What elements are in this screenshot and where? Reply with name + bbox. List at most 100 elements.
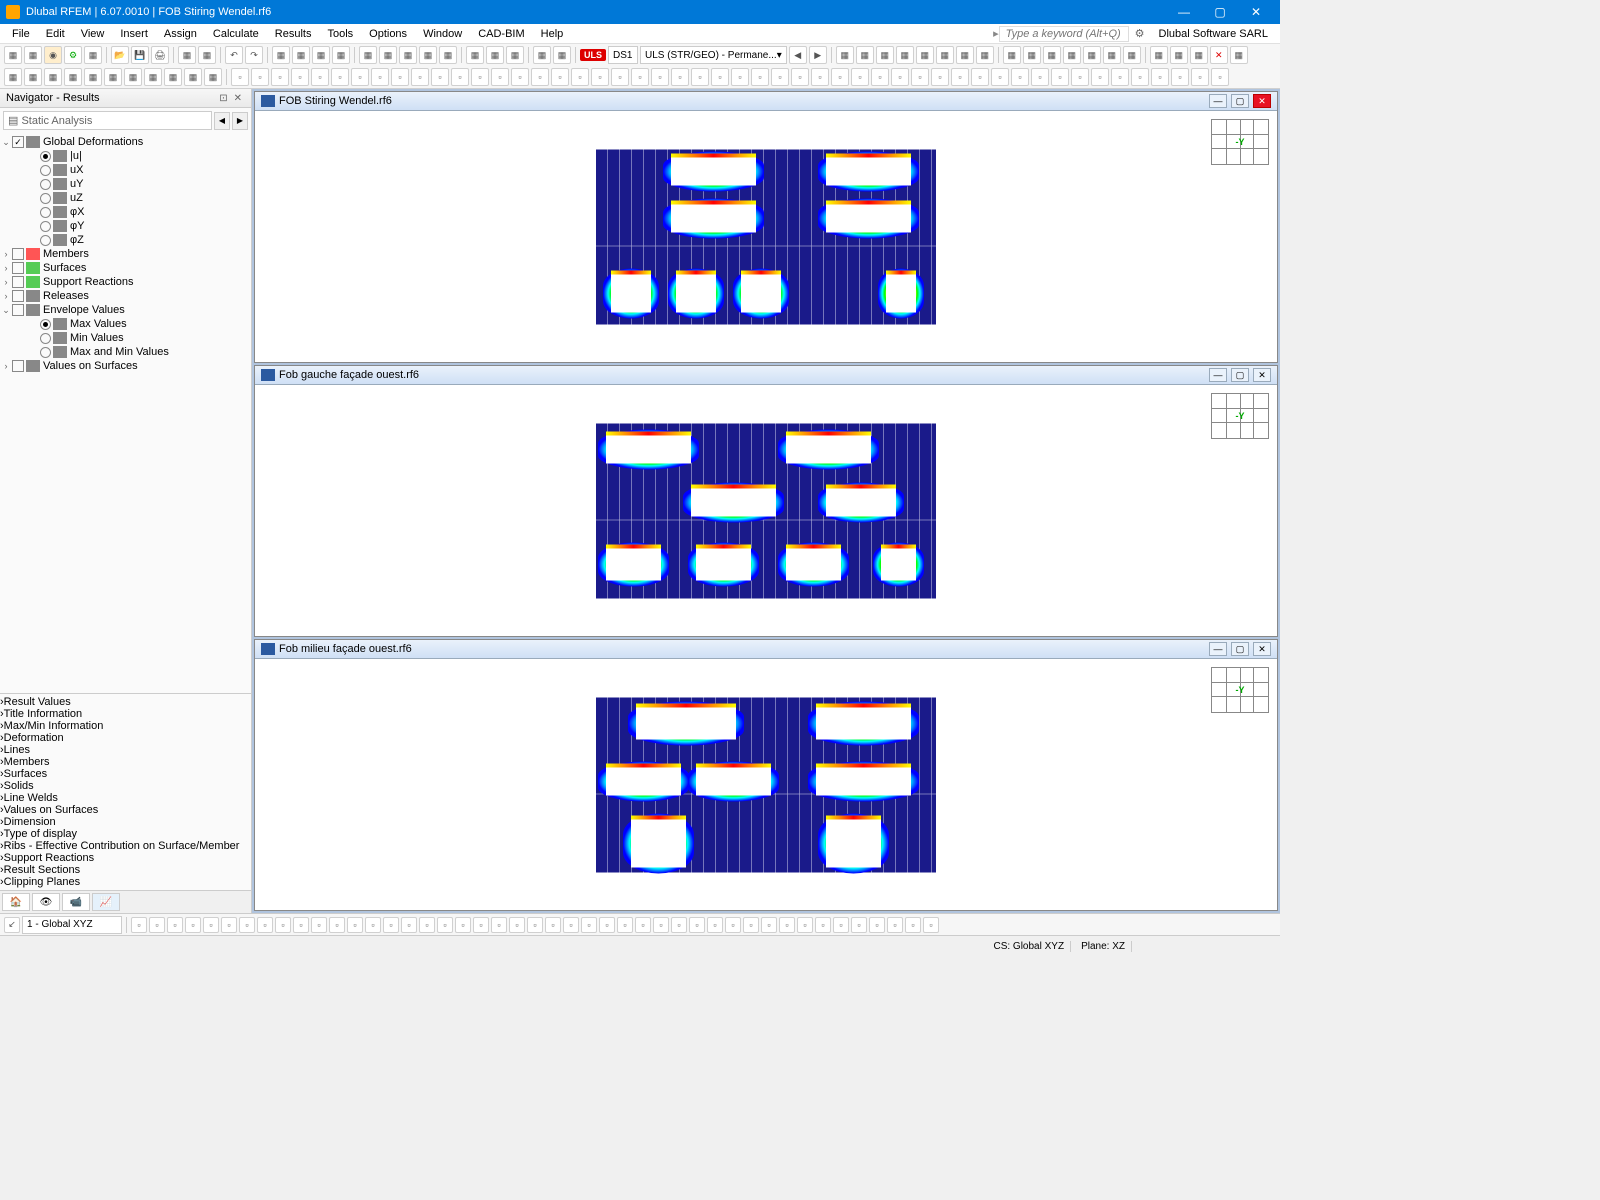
tree-node[interactable]: Max Values — [0, 317, 251, 331]
tool-button[interactable]: ▫ — [951, 68, 969, 86]
radio[interactable] — [40, 165, 51, 176]
tool-button[interactable]: ▫ — [891, 68, 909, 86]
tool-button[interactable]: ▫ — [351, 68, 369, 86]
tree-node[interactable]: ›Members — [0, 756, 251, 768]
tool-button[interactable]: ▫ — [711, 68, 729, 86]
expand-icon[interactable]: › — [0, 263, 12, 273]
tool-button[interactable]: ▫ — [1151, 68, 1169, 86]
menu-help[interactable]: Help — [533, 26, 572, 42]
tool-button[interactable]: ▦ — [332, 46, 350, 64]
tool-button[interactable]: ▫ — [391, 68, 409, 86]
tool-button[interactable]: ▦ — [178, 46, 196, 64]
tool-button[interactable]: ▦ — [272, 46, 290, 64]
tool-button[interactable]: ▫ — [291, 68, 309, 86]
tool-button[interactable]: ▦ — [144, 68, 162, 86]
tree-node[interactable]: uY — [0, 177, 251, 191]
tool-button[interactable]: ▫ — [491, 917, 507, 933]
tool-button[interactable]: ▦ — [184, 68, 202, 86]
tree-node[interactable]: ›Values on Surfaces — [0, 359, 251, 373]
tool-button[interactable]: ▦ — [836, 46, 854, 64]
tree-node[interactable]: ›Clipping Planes — [0, 876, 251, 888]
tool-button[interactable]: ▦ — [164, 68, 182, 86]
tree-node[interactable]: ›Releases — [0, 289, 251, 303]
close-panel-icon[interactable]: ✕ — [231, 93, 245, 104]
view-max-button[interactable]: ▢ — [1231, 94, 1249, 108]
tool-button[interactable]: ▫ — [1211, 68, 1229, 86]
checkbox[interactable] — [12, 360, 24, 372]
radio[interactable] — [40, 151, 51, 162]
expand-icon[interactable]: › — [0, 291, 12, 301]
tool-button[interactable]: ▫ — [311, 68, 329, 86]
tool-button[interactable]: ▫ — [923, 917, 939, 933]
tool-button[interactable]: ▫ — [527, 917, 543, 933]
checkbox[interactable] — [12, 304, 24, 316]
tool-button[interactable]: ▫ — [771, 68, 789, 86]
tree-node[interactable]: ›Support Reactions — [0, 852, 251, 864]
tool-button[interactable]: ▫ — [411, 68, 429, 86]
tool-button[interactable]: ▫ — [971, 68, 989, 86]
tool-button[interactable]: ▫ — [851, 68, 869, 86]
display-options-tree[interactable]: ›Result Values›Title Information›Max/Min… — [0, 693, 251, 890]
tool-button[interactable]: ▦ — [359, 46, 377, 64]
tree-node[interactable]: uX — [0, 163, 251, 177]
tool-button[interactable]: ▫ — [1091, 68, 1109, 86]
menu-edit[interactable]: Edit — [38, 26, 73, 42]
expand-icon[interactable]: ⌄ — [0, 137, 12, 148]
tool-button[interactable]: ▦ — [24, 68, 42, 86]
tool-button[interactable]: ▦ — [956, 46, 974, 64]
expand-icon[interactable]: ⌄ — [0, 305, 12, 316]
nav-tab-2[interactable]: 👁 — [32, 893, 60, 911]
tool-button[interactable]: ▫ — [1011, 68, 1029, 86]
tool-button[interactable]: ▫ — [631, 68, 649, 86]
axis-widget[interactable]: -Y — [1211, 119, 1269, 165]
view-titlebar[interactable]: Fob gauche façade ouest.rf6 — ▢ ✕ — [255, 366, 1277, 385]
axis-widget[interactable]: -Y — [1211, 667, 1269, 713]
tool-button[interactable]: ▫ — [851, 917, 867, 933]
tool-button[interactable]: ▦ — [1023, 46, 1041, 64]
tool-button[interactable]: ▫ — [563, 917, 579, 933]
tool-button[interactable]: ▫ — [371, 68, 389, 86]
ds-dropdown[interactable]: DS1 — [608, 46, 638, 64]
tool-button[interactable]: ▦ — [1150, 46, 1168, 64]
tool-button[interactable]: ▫ — [511, 68, 529, 86]
tree-node[interactable]: ›Line Welds — [0, 792, 251, 804]
tool-button[interactable]: ▫ — [905, 917, 921, 933]
tool-button[interactable]: ▫ — [1171, 68, 1189, 86]
expand-icon[interactable]: › — [0, 249, 12, 259]
tool-button[interactable]: ▫ — [611, 68, 629, 86]
combo-prev-icon[interactable]: ◀ — [214, 112, 230, 130]
tool-button[interactable]: ▫ — [347, 917, 363, 933]
tool-button[interactable]: ▦ — [1103, 46, 1121, 64]
tree-node[interactable]: ›Deformation — [0, 732, 251, 744]
view-titlebar[interactable]: FOB Stiring Wendel.rf6 — ▢ ✕ — [255, 92, 1277, 111]
tool-button[interactable]: ▫ — [1051, 68, 1069, 86]
tree-node[interactable]: ›Max/Min Information — [0, 720, 251, 732]
tool-button[interactable]: ▦ — [84, 46, 102, 64]
tool-button[interactable]: ▫ — [1031, 68, 1049, 86]
tool-button[interactable]: ▫ — [167, 917, 183, 933]
tool-button[interactable]: ↙ — [4, 917, 20, 933]
tool-button[interactable]: ▦ — [553, 46, 571, 64]
tool-button[interactable]: ▫ — [491, 68, 509, 86]
tool-button[interactable]: ▫ — [231, 68, 249, 86]
tool-button[interactable]: ▫ — [293, 917, 309, 933]
menu-assign[interactable]: Assign — [156, 26, 205, 42]
tool-button[interactable]: ▫ — [1071, 68, 1089, 86]
tree-node[interactable]: ›Solids — [0, 780, 251, 792]
tool-button[interactable]: ▦ — [486, 46, 504, 64]
tool-button[interactable]: ▫ — [221, 917, 237, 933]
tool-button[interactable]: ▫ — [431, 68, 449, 86]
tool-button[interactable]: ▫ — [815, 917, 831, 933]
tool-button[interactable]: ▫ — [1131, 68, 1149, 86]
tool-button[interactable]: ▫ — [671, 68, 689, 86]
minimize-button[interactable]: — — [1166, 0, 1202, 24]
tool-button[interactable]: ▫ — [743, 917, 759, 933]
tree-node[interactable]: ⌄Global Deformations — [0, 135, 251, 149]
tree-node[interactable]: Min Values — [0, 331, 251, 345]
view-close-button[interactable]: ✕ — [1253, 94, 1271, 108]
tool-button[interactable]: ▫ — [731, 68, 749, 86]
tool-button[interactable]: ▫ — [689, 917, 705, 933]
pin-icon[interactable]: ⊡ — [216, 93, 230, 104]
tool-button[interactable]: ▫ — [617, 917, 633, 933]
view-max-button[interactable]: ▢ — [1231, 368, 1249, 382]
